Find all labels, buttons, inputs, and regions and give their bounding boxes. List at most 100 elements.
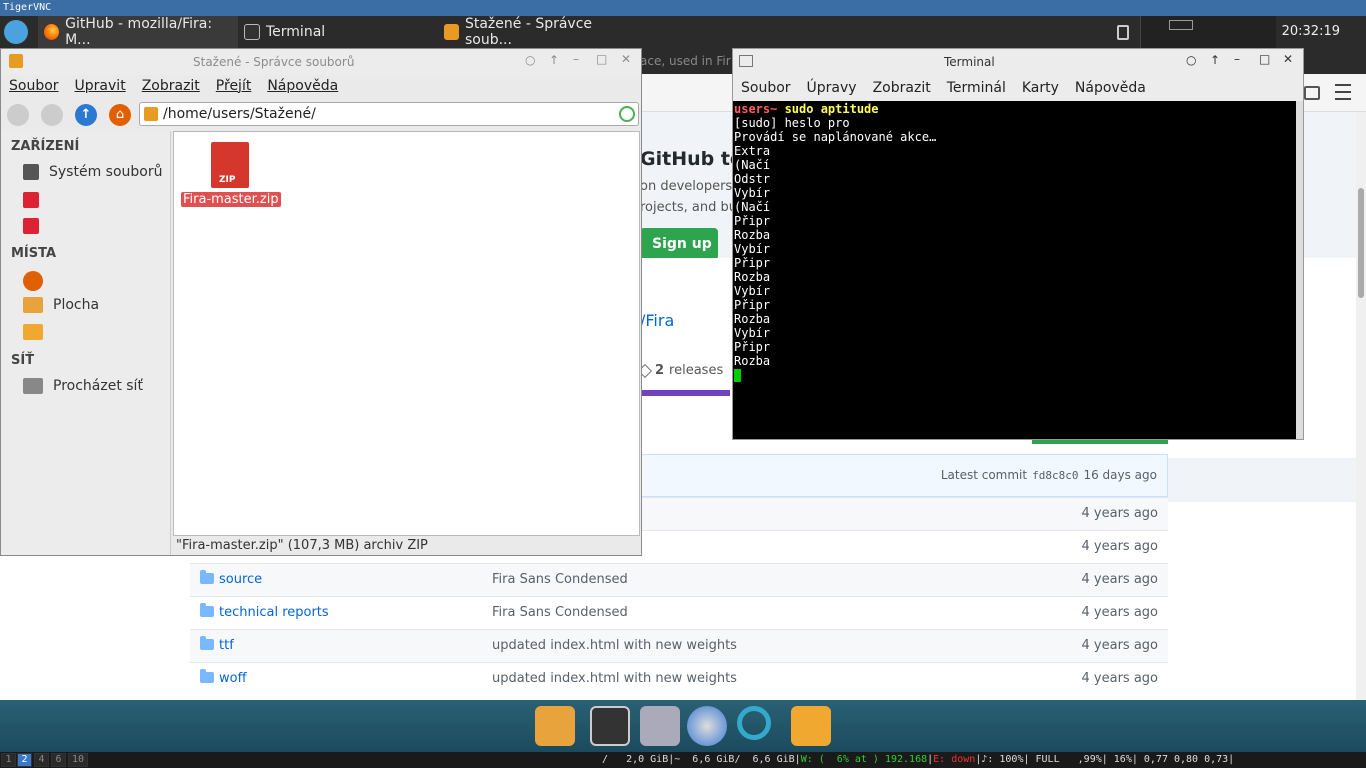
section-devices: ZAŘÍZENÍ (11, 139, 80, 154)
download-icon (9, 54, 23, 68)
row-message[interactable]: updated index.html with new weights (492, 671, 737, 686)
terminal-line: Extra (734, 144, 771, 158)
workspace-thumb (1169, 20, 1193, 30)
row-age: 4 years ago (1081, 539, 1158, 554)
terminal-line: Připr (734, 340, 771, 354)
releases-link[interactable]: 2 releases (637, 363, 724, 379)
row-message[interactable]: updated index.html with new weights (492, 638, 737, 653)
cursor (734, 369, 741, 382)
window-menu-icon[interactable]: ○ (1186, 53, 1196, 67)
terminal-screen[interactable]: users~ sudo aptitude [sudo] heslo pro Prov… (733, 101, 1296, 439)
terminal-line: Vybír (734, 186, 771, 200)
workspace-2[interactable]: 2 (17, 753, 32, 767)
window-above-icon[interactable]: ↑ (549, 53, 559, 67)
sidebar-item-folder[interactable] (23, 324, 43, 340)
terminal-dock-icon[interactable] (590, 706, 630, 746)
signup-button[interactable]: Sign up (640, 228, 718, 260)
location-bar[interactable]: /home/users/Stažené/ (139, 102, 639, 126)
disk-status: / 2,0 GiB|~ 6,6 GiB/ 6,6 GiB| (602, 754, 801, 765)
row-message[interactable]: Fira Sans Condensed (492, 605, 628, 620)
window-close-icon[interactable]: ✕ (621, 52, 631, 66)
sidebar-item-home[interactable] (23, 271, 43, 291)
row-age: 4 years ago (1081, 638, 1158, 653)
task-firefox[interactable]: GitHub - mozilla/Fira: M... (38, 16, 238, 48)
hero-heading: GitHub to (640, 148, 743, 170)
menu-upravy[interactable]: Úpravy (807, 80, 857, 96)
folder-dock-icon[interactable] (791, 706, 831, 746)
menu-upravit[interactable]: Upravit (75, 78, 126, 94)
task-file-manager[interactable]: Stažené - Správce soub... (438, 16, 638, 48)
task-terminal[interactable]: Terminal (238, 16, 438, 48)
commit-ago: 16 days ago (1083, 468, 1157, 482)
system-status: |♪: 100%| FULL ,99%| 16%| 0,77 0,80 0,73… (975, 754, 1235, 765)
window-menu-icon[interactable]: ○ (525, 53, 535, 67)
menu-zobrazit[interactable]: Zobrazit (142, 78, 200, 94)
home-button[interactable]: ⌂ (109, 104, 131, 126)
workspace-switcher[interactable] (1140, 16, 1276, 48)
commit-label: Latest commit (940, 468, 1028, 482)
menu-karty[interactable]: Karty (1022, 80, 1059, 96)
terminal-icon (739, 55, 753, 67)
forward-button[interactable] (41, 104, 63, 126)
search-dock-icon[interactable] (737, 706, 771, 740)
window-above-icon[interactable]: ↑ (1210, 53, 1220, 67)
workspace-4[interactable]: 4 (34, 753, 49, 767)
menu-napoveda[interactable]: Nápověda (267, 78, 338, 94)
sidebar-item-device[interactable] (23, 192, 39, 208)
terminal-line: Rozba (734, 270, 771, 284)
row-name[interactable]: woff (219, 671, 247, 686)
up-button[interactable]: ↑ (75, 104, 97, 126)
back-button[interactable] (7, 104, 29, 126)
section-places: MÍSTA (11, 246, 57, 261)
sidebar-icon[interactable] (1304, 86, 1320, 100)
file-manager-dock-icon[interactable] (535, 706, 575, 746)
window-maximize-icon[interactable]: □ (1259, 52, 1270, 66)
fm-menubar: Soubor Upravit Zobrazit Přejít Nápověda (9, 78, 338, 94)
menu-zobrazit[interactable]: Zobrazit (873, 80, 931, 96)
download-folder-icon (444, 24, 459, 40)
menu-napoveda[interactable]: Nápověda (1075, 80, 1146, 96)
row-name[interactable]: ttf (219, 638, 234, 653)
term-scrollbar[interactable] (1296, 101, 1303, 439)
file-item[interactable]: ZIP Fira-master.zip (181, 142, 281, 212)
fm-file-view: ZIP Fira-master.zip (173, 131, 640, 536)
row-name[interactable]: technical reports (219, 605, 329, 620)
browser-scrollbar[interactable] (1356, 112, 1366, 700)
sidebar-item-desktop[interactable]: Plocha (23, 297, 99, 313)
releases-label: releases (669, 363, 724, 378)
hamburger-menu-icon[interactable] (1335, 84, 1351, 100)
terminal-line: Provádí se naplánované akce… (734, 130, 937, 144)
row-name[interactable]: source (219, 572, 262, 587)
clipboard-icon[interactable] (1117, 25, 1129, 40)
sidebar-item-device[interactable] (23, 218, 39, 234)
dock (0, 700, 1366, 752)
window-minimize-icon[interactable]: – (1234, 52, 1240, 66)
workspace-10[interactable]: 10 (68, 753, 88, 767)
menu-terminal[interactable]: Terminál (947, 80, 1006, 96)
sidebar-item-label: Systém souborů (49, 164, 163, 180)
workspace-6[interactable]: 6 (51, 753, 66, 767)
whisker-menu-icon[interactable] (4, 20, 28, 44)
repo-name[interactable]: /Fira (640, 311, 674, 330)
folder-icon (200, 636, 214, 650)
web-browser-dock-icon[interactable] (687, 706, 727, 746)
window-maximize-icon[interactable]: □ (596, 52, 607, 66)
commit-hash[interactable]: fd8c8c0 (1032, 469, 1078, 482)
scrollbar-thumb[interactable] (1358, 188, 1364, 298)
window-close-icon[interactable]: ✕ (1283, 52, 1293, 66)
window-minimize-icon[interactable]: – (573, 52, 579, 66)
folder-icon (200, 603, 214, 617)
row-message[interactable]: Fira Sans Condensed (492, 572, 628, 587)
term-menubar: Soubor Úpravy Zobrazit Terminál Karty Ná… (741, 80, 1146, 96)
reload-icon[interactable] (619, 106, 635, 122)
sidebar-item-filesystem[interactable]: Systém souborů (23, 164, 162, 180)
menu-prejit[interactable]: Přejít (216, 78, 252, 94)
menu-soubor[interactable]: Soubor (741, 80, 791, 96)
download-folder-icon (144, 107, 158, 121)
sidebar-item-browse-network[interactable]: Procházet síť (23, 378, 143, 394)
row-age: 4 years ago (1081, 605, 1158, 620)
zip-archive-icon: ZIP (211, 142, 249, 188)
menu-soubor[interactable]: Soubor (9, 78, 59, 94)
filing-cabinet-dock-icon[interactable] (640, 706, 680, 746)
workspace-1[interactable]: 1 (1, 753, 16, 767)
